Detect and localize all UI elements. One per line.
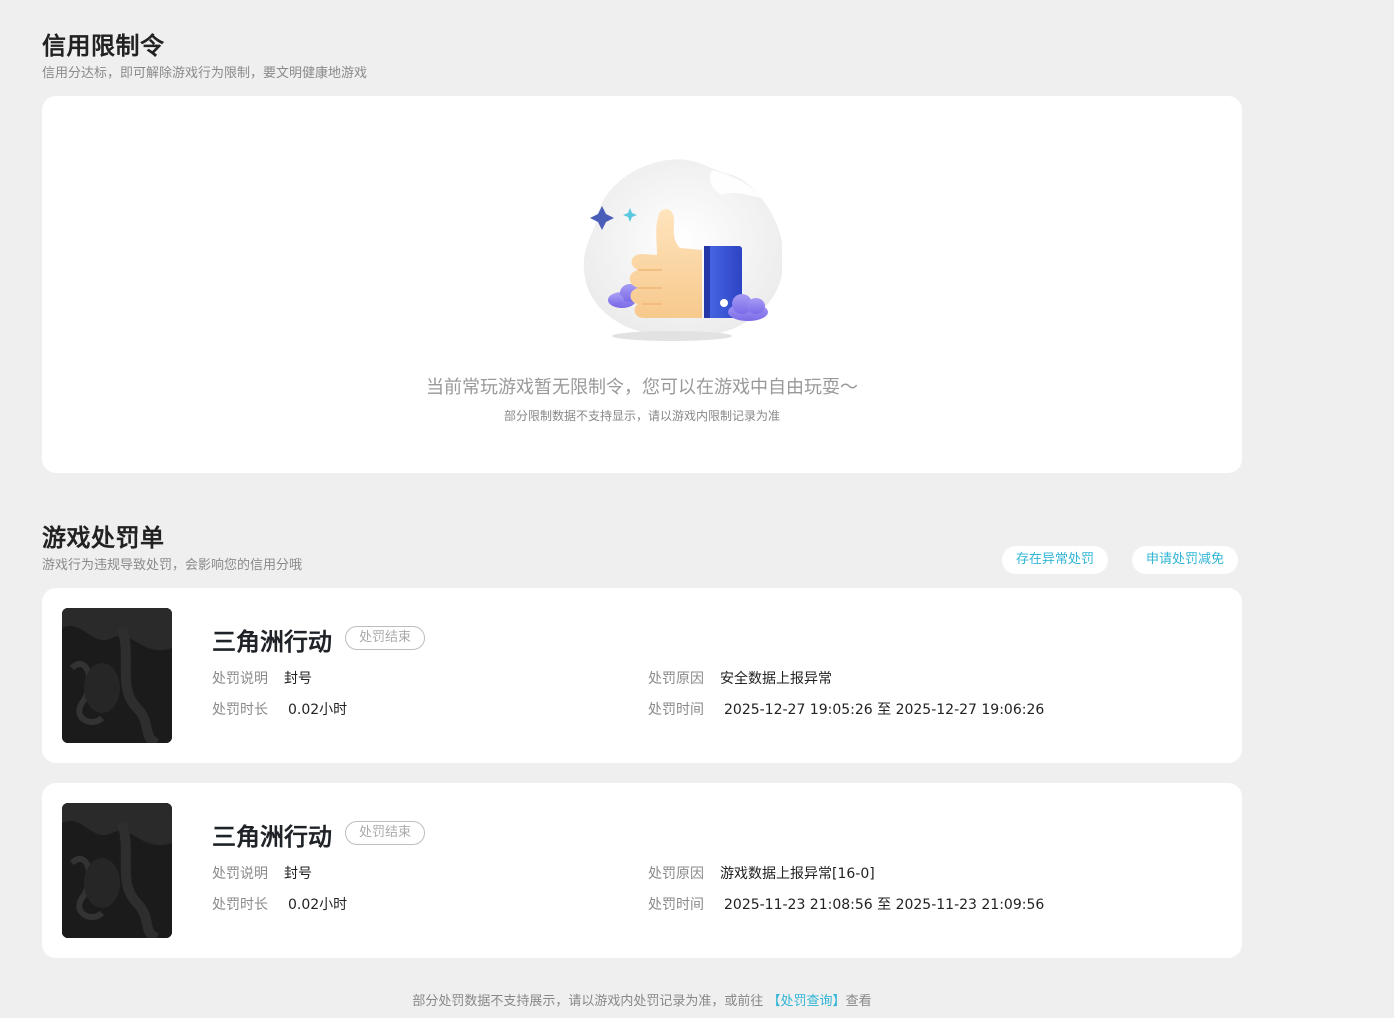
game-thumbnail xyxy=(62,803,172,938)
thumbs-up-illustration xyxy=(583,159,782,341)
abnormal-penalty-button[interactable]: 存在异常处罚 xyxy=(1002,546,1109,574)
penalty-time-label: 处罚时间 xyxy=(648,702,704,718)
penalty-reason-label: 处罚原因 xyxy=(648,866,704,882)
footer-note: 部分处罚数据不支持展示，请以游戏内处罚记录为准，或前往 【处罚查询】查看 xyxy=(0,990,1284,1009)
penalty-time-label: 处罚时间 xyxy=(648,897,704,913)
penalty-reason-value: 安全数据上报异常 xyxy=(720,671,832,687)
penalty-query-link[interactable]: 【处罚查询】 xyxy=(768,994,846,1009)
restriction-section-title: 信用限制令 xyxy=(42,32,165,60)
restriction-section-subtitle: 信用分达标，即可解除游戏行为限制，要文明健康地游戏 xyxy=(42,66,368,81)
penalty-duration-value: 0.02小时 xyxy=(288,702,348,718)
penalty-duration-value: 0.02小时 xyxy=(288,897,348,913)
penalty-reason-label: 处罚原因 xyxy=(648,671,704,687)
status-badge: 处罚结束 xyxy=(345,626,426,650)
penalty-desc-label: 处罚说明 xyxy=(212,671,268,687)
footer-note-suffix: 查看 xyxy=(845,994,872,1009)
empty-state-message: 当前常玩游戏暂无限制令，您可以在游戏中自由玩耍～ xyxy=(426,377,858,398)
penalty-section-subtitle: 游戏行为违规导致处罚，会影响您的信用分哦 xyxy=(42,558,303,573)
footer-note-prefix: 部分处罚数据不支持展示，请以游戏内处罚记录为准，或前往 xyxy=(412,994,768,1009)
game-name: 三角洲行动 xyxy=(212,823,332,851)
restriction-empty-card: 当前常玩游戏暂无限制令，您可以在游戏中自由玩耍～ 部分限制数据不支持显示，请以游… xyxy=(42,96,1242,473)
game-name: 三角洲行动 xyxy=(212,628,332,656)
penalty-section-title: 游戏处罚单 xyxy=(42,524,165,552)
penalty-card: 三角洲行动 处罚结束 处罚说明 封号 处罚时长 0.02小时 处罚原因 游戏数据… xyxy=(42,783,1242,958)
game-thumbnail xyxy=(62,608,172,743)
penalty-duration-label: 处罚时长 xyxy=(212,897,268,913)
penalty-duration-label: 处罚时长 xyxy=(212,702,268,718)
penalty-desc-value: 封号 xyxy=(284,671,312,687)
penalty-time-value: 2025-11-23 21:08:56 至 2025-11-23 21:09:5… xyxy=(724,897,1045,913)
penalty-desc-value: 封号 xyxy=(284,866,312,882)
status-badge: 处罚结束 xyxy=(345,821,426,845)
penalty-card: 三角洲行动 处罚结束 处罚说明 封号 处罚时长 0.02小时 处罚原因 安全数据… xyxy=(42,588,1242,763)
penalty-time-value: 2025-12-27 19:05:26 至 2025-12-27 19:06:2… xyxy=(724,702,1045,718)
empty-state-note: 部分限制数据不支持显示，请以游戏内限制记录为准 xyxy=(503,409,780,423)
apply-reduction-button[interactable]: 申请处罚减免 xyxy=(1132,546,1239,574)
penalty-reason-value: 游戏数据上报异常[16-0] xyxy=(720,866,875,882)
penalty-desc-label: 处罚说明 xyxy=(212,866,268,882)
